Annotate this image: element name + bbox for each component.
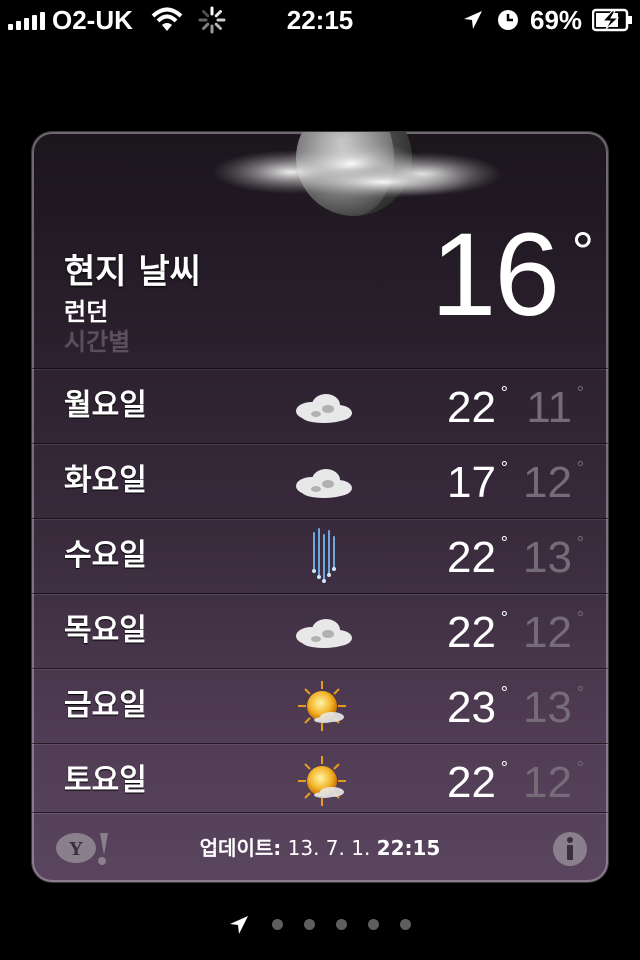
high-degree: ° <box>500 683 508 703</box>
status-bar: O2-UK 22:15 69% <box>0 0 640 40</box>
battery-percent: 69% <box>530 4 583 35</box>
low-degree: ° <box>576 683 584 703</box>
alarm-clock-icon <box>496 0 522 40</box>
current-temperature: 16 <box>430 209 560 341</box>
last-updated: 업데이트: 13. 7. 1. 22:15 <box>32 813 608 882</box>
forecast-high: 22 <box>447 758 496 807</box>
forecast-high: 22 <box>447 608 496 657</box>
low-degree: ° <box>576 608 584 628</box>
forecast-list: 월요일 22 ° 11 ° 화요일 17 ° 12 ° 수요일 22 ° 13 … <box>32 368 608 818</box>
hourly-link[interactable]: 시간별 <box>64 322 130 357</box>
cloudy-icon <box>288 450 358 512</box>
high-degree: ° <box>500 458 508 478</box>
forecast-low: 12 <box>523 758 572 807</box>
page-dot[interactable] <box>336 919 347 930</box>
forecast-day: 금요일 <box>64 688 147 723</box>
forecast-low: 13 <box>523 533 572 582</box>
forecast-day: 월요일 <box>64 388 147 423</box>
high-degree: ° <box>500 383 508 403</box>
high-degree: ° <box>500 533 508 553</box>
updated-date: 13. 7. 1. <box>287 836 371 860</box>
forecast-day: 화요일 <box>64 463 147 498</box>
forecast-row: 토요일 22 ° 12 ° <box>32 743 608 818</box>
current-conditions: 현지 날씨 런던 시간별 16 ° <box>32 132 608 368</box>
forecast-day: 토요일 <box>64 763 147 798</box>
low-degree: ° <box>576 383 584 403</box>
sun-cloud-icon <box>288 675 358 737</box>
forecast-row: 화요일 17 ° 12 ° <box>32 443 608 518</box>
rain-icon <box>288 525 358 587</box>
forecast-low: 13 <box>523 683 572 732</box>
page-dot[interactable] <box>400 919 411 930</box>
page-dot[interactable] <box>368 919 379 930</box>
updated-label: 업데이트: <box>199 836 282 860</box>
info-icon[interactable] <box>552 831 588 867</box>
page-dot[interactable] <box>272 919 283 930</box>
current-temperature-degree: ° <box>571 220 594 283</box>
weather-card[interactable]: 현지 날씨 런던 시간별 16 ° 월요일 22 ° 11 ° 화요일 17 °… <box>32 132 608 882</box>
card-footer: Y 업데이트: 13. 7. 1. 22:15 <box>32 812 608 882</box>
forecast-high: 17 <box>447 458 496 507</box>
forecast-high: 23 <box>447 683 496 732</box>
forecast-row: 금요일 23 ° 13 ° <box>32 668 608 743</box>
low-degree: ° <box>576 458 584 478</box>
page-dot[interactable] <box>304 919 315 930</box>
cloudy-icon <box>288 375 358 437</box>
forecast-high: 22 <box>447 383 496 432</box>
updated-time: 22:15 <box>376 836 441 860</box>
page-indicator[interactable] <box>0 910 640 940</box>
forecast-day: 목요일 <box>64 613 147 648</box>
forecast-high: 22 <box>447 533 496 582</box>
forecast-day: 수요일 <box>64 538 147 573</box>
cloudy-icon <box>288 600 358 662</box>
low-degree: ° <box>576 758 584 778</box>
forecast-low: 12 <box>523 458 572 507</box>
location-arrow-icon <box>462 0 486 40</box>
low-degree: ° <box>576 533 584 553</box>
battery-charging-icon <box>592 0 634 40</box>
sun-cloud-icon <box>288 750 358 812</box>
forecast-low: 12 <box>523 608 572 657</box>
high-degree: ° <box>500 758 508 778</box>
forecast-row: 월요일 22 ° 11 ° <box>32 368 608 443</box>
location-arrow-icon[interactable] <box>228 914 252 938</box>
forecast-low: 11 <box>526 383 572 432</box>
high-degree: ° <box>500 608 508 628</box>
forecast-row: 목요일 22 ° 12 ° <box>32 593 608 668</box>
location-title: 현지 날씨 <box>64 252 201 292</box>
forecast-row: 수요일 22 ° 13 ° <box>32 518 608 593</box>
